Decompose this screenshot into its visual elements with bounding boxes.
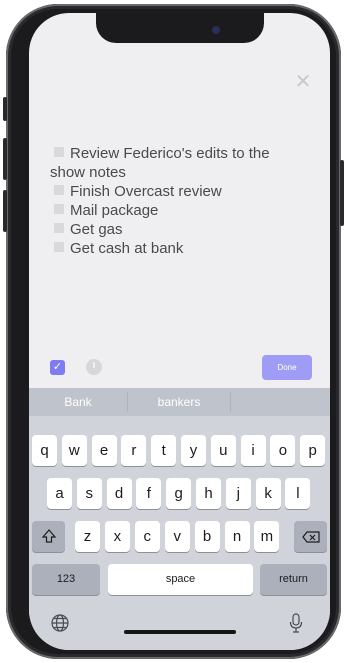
done-button[interactable]: Done [262, 355, 312, 380]
key-t[interactable]: t [151, 435, 177, 466]
suggestion-bar: Bank bankers [29, 388, 330, 416]
key-q[interactable]: q [32, 435, 57, 466]
suggestion-item[interactable]: bankers [128, 388, 230, 416]
key-g[interactable]: g [166, 478, 192, 509]
microphone-icon[interactable] [289, 613, 311, 635]
clock-icon[interactable] [86, 359, 102, 375]
todo-item[interactable]: Review Federico's edits to the show note… [50, 144, 300, 182]
key-i[interactable]: i [240, 435, 266, 466]
todo-checkbox[interactable] [54, 223, 64, 233]
key-d[interactable]: d [106, 478, 132, 509]
shift-key[interactable] [32, 521, 65, 552]
close-icon[interactable]: ✕ [294, 72, 312, 92]
delete-key[interactable] [294, 521, 327, 552]
todo-item[interactable]: Mail package [50, 201, 300, 220]
editor-toolbar: ✓ Done [29, 353, 330, 385]
front-camera [212, 26, 220, 34]
todo-item[interactable]: Get gas [50, 220, 300, 239]
key-z[interactable]: z [75, 521, 100, 552]
key-l[interactable]: l [285, 478, 311, 509]
screen: ✕ Review Federico's edits to the show no… [29, 13, 330, 650]
numbers-key[interactable]: 123 [32, 564, 100, 595]
todo-checkbox[interactable] [54, 185, 64, 195]
space-key[interactable]: space [108, 564, 253, 595]
key-s[interactable]: s [76, 478, 102, 509]
key-o[interactable]: o [270, 435, 296, 466]
key-e[interactable]: e [91, 435, 117, 466]
delete-icon [301, 531, 320, 543]
key-k[interactable]: k [255, 478, 281, 509]
key-f[interactable]: f [136, 478, 162, 509]
todo-checkbox[interactable] [54, 147, 64, 157]
todo-text: Get gas [70, 221, 123, 238]
return-key[interactable]: return [260, 564, 327, 595]
key-b[interactable]: b [194, 521, 220, 552]
key-r[interactable]: r [121, 435, 147, 466]
key-y[interactable]: y [181, 435, 206, 466]
key-u[interactable]: u [210, 435, 236, 466]
key-c[interactable]: c [134, 521, 160, 552]
todo-checkbox[interactable] [54, 204, 64, 214]
shift-icon [41, 529, 56, 543]
todo-text: Finish Overcast review [70, 183, 222, 200]
todo-text-continued: show notes [50, 164, 126, 181]
key-m[interactable]: m [254, 521, 280, 552]
todo-text: Mail package [70, 202, 159, 219]
mute-switch [3, 97, 7, 121]
home-indicator [124, 630, 236, 634]
key-p[interactable]: p [300, 435, 326, 466]
todo-item[interactable]: Get cash at bank [50, 239, 300, 258]
key-w[interactable]: w [61, 435, 87, 466]
suggestion-item[interactable]: Bank [29, 388, 127, 416]
globe-icon[interactable] [50, 613, 72, 635]
todo-checkbox[interactable] [54, 242, 64, 252]
key-n[interactable]: n [224, 521, 250, 552]
key-a[interactable]: a [47, 478, 72, 509]
key-x[interactable]: x [104, 521, 130, 552]
keyboard: Bank bankers qwertyuiop asdfghjkl zxcvbn… [29, 388, 330, 650]
suggestion-item[interactable] [231, 388, 330, 416]
notch [96, 13, 264, 43]
todo-text: Get cash at bank [70, 240, 184, 257]
volume-down-button [3, 190, 7, 232]
todo-text: Review Federico's edits to the [70, 145, 270, 162]
todo-item[interactable]: Finish Overcast review [50, 182, 300, 201]
key-h[interactable]: h [196, 478, 221, 509]
volume-up-button [3, 138, 7, 180]
todo-list: Review Federico's edits to the show note… [50, 144, 300, 258]
key-j[interactable]: j [225, 478, 251, 509]
check-icon[interactable]: ✓ [50, 360, 65, 375]
key-v[interactable]: v [164, 521, 190, 552]
power-button [340, 160, 344, 226]
